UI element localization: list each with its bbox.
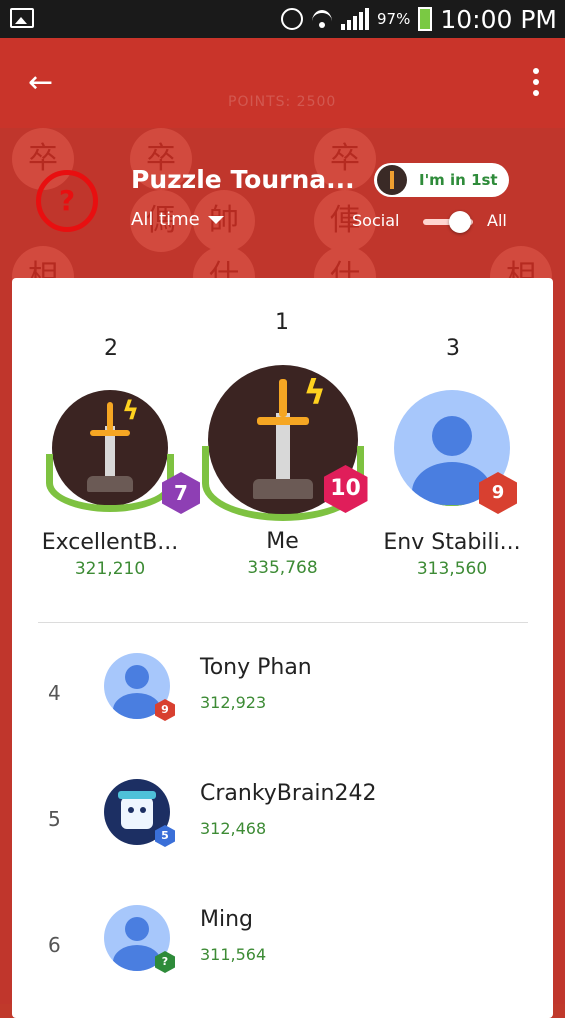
- leaderboard-row[interactable]: 4 9 Tony Phan 312,923: [12, 653, 553, 753]
- divider: [38, 622, 528, 623]
- player-name: Tony Phan: [200, 655, 312, 680]
- podium-rank-3: 3: [446, 336, 460, 361]
- alarm-icon: [281, 8, 304, 30]
- player-score: 321,210: [74, 559, 146, 579]
- sword-icon: ϟ 10: [201, 365, 368, 521]
- podium-entry-1[interactable]: ϟ 10 Me 335,768: [200, 365, 368, 578]
- my-rank-button[interactable]: I'm in 1st: [374, 163, 509, 197]
- time-filter-label: All time: [131, 209, 200, 230]
- player-score: 335,768: [247, 558, 318, 578]
- page-title: Puzzle Tourna...: [131, 165, 355, 194]
- battery-icon: [418, 7, 433, 31]
- toggle-social-label: Social: [352, 211, 400, 230]
- player-score: 312,468: [200, 819, 267, 838]
- status-bar: 97% 10:00 PM: [0, 0, 565, 38]
- back-arrow-icon[interactable]: ←: [28, 68, 53, 98]
- podium-entry-2[interactable]: ϟ 7 ExcellentB... 321,210: [30, 390, 200, 579]
- overflow-menu-icon[interactable]: [533, 68, 541, 101]
- app-bar: ←: [0, 38, 565, 128]
- podium-entry-3[interactable]: 9 Env Stabili... 313,560: [372, 390, 532, 579]
- player-score: 311,564: [200, 945, 267, 964]
- signal-icon: [341, 8, 370, 30]
- row-rank: 6: [48, 933, 61, 957]
- row-rank: 5: [48, 807, 61, 831]
- social-all-toggle[interactable]: [423, 211, 473, 233]
- toggle-all-label: All: [487, 211, 507, 230]
- player-name: Env Stabili...: [383, 530, 521, 555]
- player-name: ExcellentB...: [41, 530, 179, 555]
- my-avatar: [377, 165, 407, 195]
- leaderboard-row[interactable]: 5 5 CrankyBrain242 312,468: [12, 779, 553, 879]
- wifi-icon: [311, 8, 333, 30]
- caret-down-icon: [207, 215, 224, 224]
- clock: 10:00 PM: [440, 4, 557, 34]
- gallery-notification-icon: [10, 8, 34, 28]
- player-name: Me: [266, 529, 299, 554]
- player-score: 312,923: [200, 693, 267, 712]
- leaderboard-row[interactable]: 6 ? Ming 311,564: [12, 905, 553, 1005]
- time-filter-dropdown[interactable]: All time: [131, 209, 224, 230]
- podium-rank-2: 2: [104, 336, 118, 361]
- sword-icon: ϟ 7: [46, 390, 200, 514]
- podium-rank-1: 1: [275, 310, 289, 335]
- my-rank-label: I'm in 1st: [419, 171, 498, 189]
- background-points-text: POINTS: 2500: [228, 94, 337, 110]
- player-name: Ming: [200, 907, 254, 932]
- player-score: 313,560: [416, 559, 488, 579]
- player-name: CrankyBrain242: [200, 781, 377, 806]
- help-icon[interactable]: ?: [36, 170, 98, 232]
- battery-percent: 97%: [377, 10, 411, 28]
- row-rank: 4: [48, 681, 61, 705]
